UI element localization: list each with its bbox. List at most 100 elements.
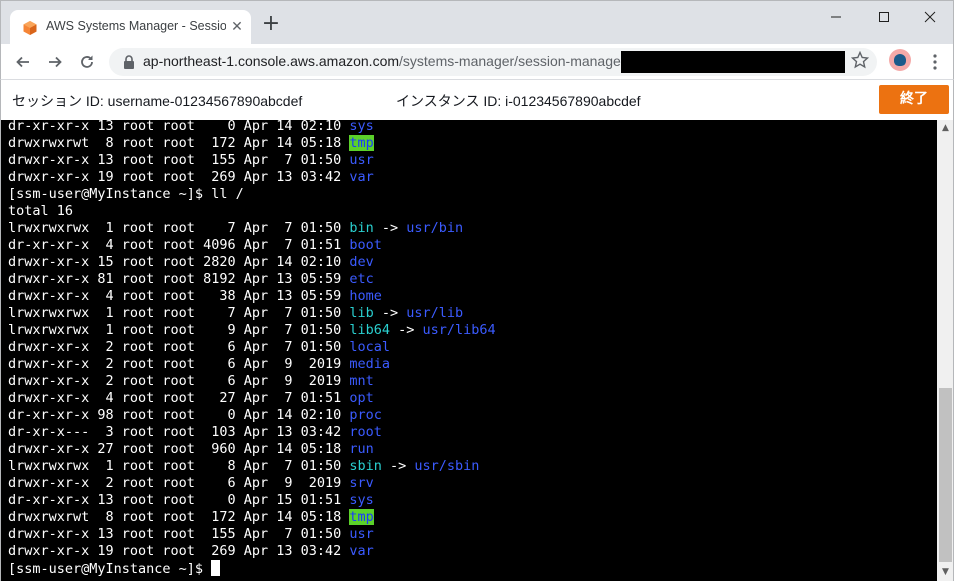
terminal-line: dr-xr-xr-x 13 root root 0 Apr 14 02:10 s…	[8, 120, 496, 135]
terminal-line: lrwxrwxrwx 1 root root 7 Apr 7 01:50 lib…	[8, 305, 496, 322]
terminal-line-text: drwxr-xr-x 13 root root 155 Apr 7 01:50	[8, 152, 350, 168]
terminal-line: drwxr-xr-x 2 root root 6 Apr 9 2019 mnt	[8, 373, 496, 390]
terminal-line-text: drwxr-xr-x 2 root root 6 Apr 9 2019	[8, 475, 350, 491]
file-name: usr	[349, 152, 374, 168]
terminal-line: [ssm-user@MyInstance ~]$	[8, 560, 496, 577]
terminal-line-text: dr-xr-xr-x 4 root root 4096 Apr 7 01:51	[8, 237, 350, 253]
terminal-line-text: lrwxrwxrwx 1 root root 9 Apr 7 01:50	[8, 322, 350, 338]
profile-avatar[interactable]	[889, 49, 911, 71]
terminal-line: total 16	[8, 203, 496, 220]
terminal-line-text: dr-xr-x--- 3 root root 103 Apr 13 03:42	[8, 424, 350, 440]
forward-button[interactable]	[41, 48, 69, 76]
file-name: proc	[349, 407, 382, 423]
terminal-line-text: drwxr-xr-x 2 root root 6 Apr 7 01:50	[8, 339, 350, 355]
terminal-line: lrwxrwxrwx 1 root root 9 Apr 7 01:50 lib…	[8, 322, 496, 339]
terminal-line: drwxr-xr-x 13 root root 155 Apr 7 01:50 …	[8, 152, 496, 169]
terminal-cursor	[211, 560, 221, 576]
terminal-line-text: drwxr-xr-x 15 root root 2820 Apr 14 02:1…	[8, 254, 350, 270]
address-bar[interactable]: ap-northeast-1.console.aws.amazon.com/sy…	[109, 48, 877, 76]
symlink-arrow: ->	[373, 305, 407, 321]
terminal-line-text: dr-xr-xr-x 98 root root 0 Apr 14 02:10	[8, 407, 350, 423]
terminal[interactable]: dr-xr-xr-x 13 root root 0 Apr 14 02:10 s…	[0, 120, 937, 581]
browser-tab[interactable]: AWS Systems Manager - Session Manager ✕	[10, 10, 251, 45]
terminal-line-text: lrwxrwxrwx 1 root root 7 Apr 7 01:50	[8, 220, 350, 236]
close-icon	[924, 11, 936, 22]
maximize-button[interactable]	[861, 1, 907, 31]
file-name: boot	[349, 237, 382, 253]
terminal-line: dr-xr-xr-x 13 root root 0 Apr 15 01:51 s…	[8, 492, 496, 509]
file-name: var	[349, 169, 374, 185]
more-vert-icon	[933, 54, 937, 70]
file-name: usr	[349, 526, 374, 542]
scroll-up-icon[interactable]: ▲	[937, 120, 954, 137]
reload-button[interactable]	[73, 48, 101, 76]
terminal-line: drwxrwxrwt 8 root root 172 Apr 14 05:18 …	[8, 135, 496, 152]
terminal-line: drwxr-xr-x 19 root root 269 Apr 13 03:42…	[8, 169, 496, 186]
file-name: tmp	[349, 509, 374, 525]
browser-titlebar: AWS Systems Manager - Session Manager ✕ …	[0, 0, 954, 45]
terminal-line-text: drwxr-xr-x 19 root root 269 Apr 13 03:42	[8, 169, 350, 185]
bookmark-star-icon[interactable]	[851, 51, 869, 69]
file-name: root	[349, 424, 382, 440]
session-header: セッション ID: username-01234567890abcdef インス…	[0, 80, 954, 120]
terminal-line-text: lrwxrwxrwx 1 root root 8 Apr 7 01:50	[8, 458, 350, 474]
terminal-line-text: lrwxrwxrwx 1 root root 7 Apr 7 01:50	[8, 305, 350, 321]
terminal-line-text: drwxrwxrwt 8 root root 172 Apr 14 05:18	[8, 135, 350, 151]
symlink-target: usr/sbin	[414, 458, 480, 474]
terminal-line: lrwxrwxrwx 1 root root 7 Apr 7 01:50 bin…	[8, 220, 496, 237]
back-arrow-icon	[16, 56, 29, 68]
symlink-arrow: ->	[390, 322, 423, 338]
terminal-line: drwxr-xr-x 81 root root 8192 Apr 13 05:5…	[8, 271, 496, 288]
file-name: mnt	[349, 373, 374, 389]
url-path: /systems-manager/session-manager/	[399, 53, 630, 69]
terminal-line-text: drwxr-xr-x 4 root root 27 Apr 7 01:51	[8, 390, 350, 406]
symlink-target: usr/lib64	[422, 322, 496, 338]
reload-icon	[81, 55, 93, 68]
terminal-line-text: drwxrwxrwt 8 root root 172 Apr 14 05:18	[8, 509, 350, 525]
file-name: etc	[349, 271, 374, 287]
new-tab-button[interactable]: +	[259, 13, 283, 37]
file-name: run	[349, 441, 374, 457]
minimize-icon	[831, 16, 841, 17]
terminal-line: drwxr-xr-x 27 root root 960 Apr 14 05:18…	[8, 441, 496, 458]
terminal-line: drwxr-xr-x 2 root root 6 Apr 7 01:50 loc…	[8, 339, 496, 356]
close-window-button[interactable]	[907, 1, 953, 31]
browser-menu-button[interactable]	[925, 48, 945, 76]
scroll-thumb[interactable]	[939, 388, 952, 562]
terminal-line-text: drwxr-xr-x 2 root root 6 Apr 9 2019	[8, 356, 350, 372]
terminal-line: dr-xr-xr-x 98 root root 0 Apr 14 02:10 p…	[8, 407, 496, 424]
file-name: var	[349, 543, 374, 559]
terminal-line-text: dr-xr-xr-x 13 root root 0 Apr 14 02:10	[8, 120, 350, 134]
terminal-line: lrwxrwxrwx 1 root root 8 Apr 7 01:50 sbi…	[8, 458, 496, 475]
symlink-arrow: ->	[373, 220, 407, 236]
terminal-line-text: [ssm-user@MyInstance ~]$ ll /	[8, 186, 244, 202]
terminal-output: dr-xr-xr-x 13 root root 0 Apr 14 02:10 s…	[8, 120, 496, 577]
terminal-line-text: drwxr-xr-x 81 root root 8192 Apr 13 05:5…	[8, 271, 350, 287]
url-text: ap-northeast-1.console.aws.amazon.com/sy…	[143, 53, 629, 69]
file-name: lib64	[349, 322, 391, 338]
file-name: media	[349, 356, 391, 372]
file-name: opt	[349, 390, 374, 406]
instance-id: インスタンス ID: i-01234567890abcdef	[396, 93, 641, 109]
terminal-line-text: drwxr-xr-x 19 root root 269 Apr 13 03:42	[8, 543, 350, 559]
back-button[interactable]	[9, 48, 37, 76]
terminal-line: dr-xr-x--- 3 root root 103 Apr 13 03:42 …	[8, 424, 496, 441]
file-name: home	[349, 288, 382, 304]
scroll-down-icon[interactable]: ▼	[937, 564, 954, 581]
url-host: ap-northeast-1.console.aws.amazon.com	[143, 53, 400, 69]
terminal-line: drwxr-xr-x 4 root root 27 Apr 7 01:51 op…	[8, 390, 496, 407]
terminate-session-button[interactable]: 終了	[879, 85, 949, 114]
file-name: dev	[349, 254, 374, 270]
tab-title: AWS Systems Manager - Session Manager	[46, 19, 226, 33]
terminal-line: dr-xr-xr-x 4 root root 4096 Apr 7 01:51 …	[8, 237, 496, 254]
terminal-scrollbar[interactable]: ▲ ▼	[937, 120, 954, 581]
file-name: sys	[349, 492, 374, 508]
file-name: sbin	[349, 458, 382, 474]
file-name: lib	[349, 305, 374, 321]
minimize-button[interactable]	[813, 1, 859, 31]
symlink-target: usr/bin	[406, 220, 464, 236]
avatar-icon	[894, 54, 906, 66]
terminal-line: [ssm-user@MyInstance ~]$ ll /	[8, 186, 496, 203]
terminal-line: drwxr-xr-x 2 root root 6 Apr 9 2019 medi…	[8, 356, 496, 373]
tab-close-icon[interactable]: ✕	[228, 18, 246, 36]
